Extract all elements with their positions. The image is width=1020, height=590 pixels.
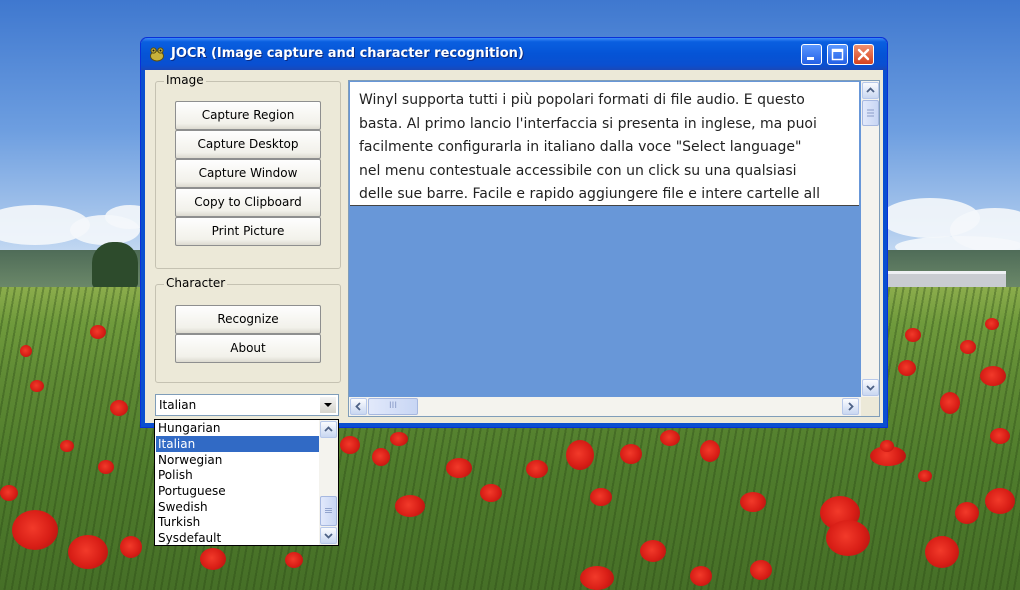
- minimize-icon: [807, 57, 814, 60]
- ocr-text-page[interactable]: Winyl supporta tutti i più popolari form…: [350, 82, 859, 206]
- language-dropdown-button[interactable]: [319, 396, 337, 414]
- scroll-up-button[interactable]: [862, 82, 879, 99]
- capture-region-button[interactable]: Capture Region: [175, 101, 321, 130]
- grip-icon: [867, 109, 874, 117]
- scroll-down-button[interactable]: [862, 379, 879, 396]
- character-group: Character Recognize About: [155, 276, 341, 383]
- language-option[interactable]: Sysdefault: [156, 530, 319, 545]
- close-button[interactable]: [853, 44, 874, 65]
- chevron-down-icon: [866, 385, 875, 391]
- vertical-scroll-thumb[interactable]: [862, 100, 879, 126]
- minimize-button[interactable]: [801, 44, 822, 65]
- frog-app-icon: [150, 47, 164, 62]
- language-option[interactable]: Portuguese: [156, 483, 319, 499]
- close-icon: [857, 48, 870, 61]
- ocr-line: facilmente configurarla in italiano dall…: [359, 139, 802, 155]
- chevron-right-icon: [848, 402, 854, 411]
- ocr-text-area[interactable]: Winyl supporta tutti i più popolari form…: [348, 80, 880, 417]
- horizontal-scrollbar[interactable]: III: [349, 397, 861, 416]
- language-option[interactable]: Polish: [156, 467, 319, 483]
- capture-desktop-button[interactable]: Capture Desktop: [175, 130, 321, 159]
- language-select-value: Italian: [159, 398, 197, 412]
- image-group-label: Image: [164, 73, 206, 87]
- chevron-up-icon: [866, 87, 875, 93]
- chevron-down-icon: [324, 403, 332, 407]
- copy-to-clipboard-button[interactable]: Copy to Clipboard: [175, 188, 321, 217]
- chevron-left-icon: [355, 402, 361, 411]
- dropdown-scroll-down-button[interactable]: [320, 527, 337, 544]
- language-option[interactable]: Swedish: [156, 499, 319, 515]
- ocr-line: delle sue barre. Facile e rapido aggiung…: [359, 186, 821, 202]
- scroll-left-button[interactable]: [350, 398, 367, 415]
- maximize-button[interactable]: [827, 44, 848, 65]
- chevron-down-icon: [324, 533, 333, 539]
- language-option[interactable]: Norwegian: [156, 452, 319, 468]
- dropdown-scrollbar[interactable]: ≡: [319, 420, 338, 545]
- title-bar[interactable]: JOCR (Image capture and character recogn…: [141, 38, 887, 70]
- language-option-selected[interactable]: Italian: [156, 436, 319, 452]
- language-option[interactable]: Hungarian: [156, 420, 319, 436]
- dropdown-scroll-up-button[interactable]: [320, 421, 337, 438]
- language-option[interactable]: Turkish: [156, 514, 319, 530]
- character-group-label: Character: [164, 276, 228, 290]
- ocr-line: Winyl supporta tutti i più popolari form…: [359, 92, 805, 108]
- language-dropdown-list[interactable]: Hungarian Italian Norwegian Polish Portu…: [154, 419, 339, 546]
- scroll-right-button[interactable]: [842, 398, 859, 415]
- recognize-button[interactable]: Recognize: [175, 305, 321, 334]
- vertical-scrollbar[interactable]: [861, 81, 879, 397]
- horizontal-scroll-thumb[interactable]: III: [368, 398, 418, 415]
- window-title: JOCR (Image capture and character recogn…: [171, 46, 524, 61]
- image-group: Image Capture Region Capture Desktop Cap…: [155, 73, 341, 269]
- maximize-icon: [831, 48, 844, 61]
- about-button[interactable]: About: [175, 334, 321, 363]
- jocr-window: JOCR (Image capture and character recogn…: [140, 37, 888, 428]
- print-picture-button[interactable]: Print Picture: [175, 217, 321, 246]
- ocr-line: basta. Al primo lancio l'interfaccia si …: [359, 115, 817, 132]
- dropdown-scroll-thumb[interactable]: ≡: [320, 496, 337, 526]
- ocr-text[interactable]: Winyl supporta tutti i più popolari form…: [359, 89, 859, 207]
- capture-window-button[interactable]: Capture Window: [175, 159, 321, 188]
- chevron-up-icon: [324, 426, 333, 432]
- language-select[interactable]: Italian: [155, 394, 339, 416]
- ocr-line: nel menu contestuale accessibile con un …: [359, 162, 797, 179]
